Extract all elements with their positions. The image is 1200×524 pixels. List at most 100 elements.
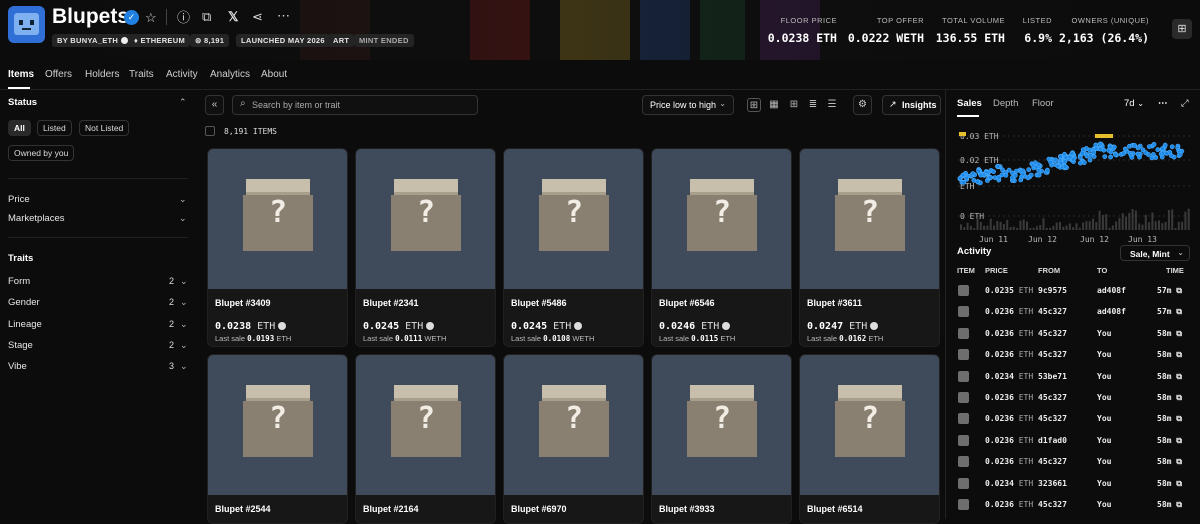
header-menu-button[interactable]: ⊞ [1172,19,1192,39]
chevron-down-icon[interactable]: ⌄ [179,213,187,224]
activity-row[interactable]: 0.0236 ETH 45c327 ad408f 57m ⧉ [952,301,1196,322]
activity-time[interactable]: 57m ⧉ [1157,286,1182,296]
item-card[interactable]: ? Blupet #6514 [799,354,940,524]
activity-time[interactable]: 58m ⧉ [1157,329,1182,339]
item-name[interactable]: Blupet #2164 [363,504,419,514]
more-icon[interactable]: ⋯ [277,9,290,23]
panel-more-icon[interactable]: ⋯ [1158,98,1168,109]
chevron-down-icon[interactable]: ⌄ [180,340,188,351]
grid-small-icon[interactable]: ⊞ [787,98,801,112]
activity-to[interactable]: You [1097,393,1111,402]
activity-to[interactable]: You [1097,436,1111,445]
chevron-down-icon[interactable]: ⌄ [180,297,188,308]
activity-from[interactable]: 45c327 [1038,414,1067,423]
item-image[interactable]: ? [356,149,495,289]
item-image[interactable]: ? [652,149,791,289]
item-thumbnail[interactable] [958,306,969,318]
expand-icon[interactable]: ⤢ [1181,98,1189,109]
item-name[interactable]: Blupet #3409 [215,298,271,308]
item-thumbnail[interactable] [958,285,969,296]
item-name[interactable]: Blupet #3933 [659,504,715,514]
item-image[interactable]: ? [504,355,643,495]
activity-from[interactable]: 45c327 [1038,393,1067,402]
settings-gear-icon[interactable]: ⚙ [853,95,872,115]
star-icon[interactable]: ☆ [145,11,157,25]
activity-to[interactable]: You [1097,414,1111,423]
item-image[interactable]: ? [800,355,939,495]
activity-from[interactable]: 45c327 [1038,329,1067,338]
item-image[interactable]: ? [652,355,791,495]
item-thumbnail[interactable] [958,370,969,382]
activity-time[interactable]: 57m ⧉ [1157,307,1182,317]
list-view-icon[interactable]: ☰ [825,98,839,112]
item-image[interactable]: ? [208,149,347,289]
filter-price[interactable]: Price [8,194,30,205]
item-name[interactable]: Blupet #5486 [511,298,567,308]
search-input[interactable]: ⌕ Search by item or trait [232,95,478,115]
activity-row[interactable]: 0.0234 ETH 53be71 You 58m ⧉ [952,366,1196,387]
item-card[interactable]: ? Blupet #2544 [207,354,348,524]
insights-button[interactable]: ↗ Insights [882,95,941,115]
item-name[interactable]: Blupet #6546 [659,298,715,308]
filter-marketplaces[interactable]: Marketplaces [8,213,65,224]
activity-to[interactable]: You [1097,500,1111,509]
item-thumbnail[interactable] [958,434,969,446]
activity-time[interactable]: 58m ⧉ [1157,457,1182,467]
item-card[interactable]: ? Blupet #5486 0.0245 ETH Last sale 0.010… [503,148,644,347]
status-owned-chip[interactable]: Owned by you [8,145,75,161]
range-select[interactable]: 7d ⌄ [1124,98,1144,109]
item-image[interactable]: ? [504,149,643,289]
item-thumbnail[interactable] [958,392,969,403]
activity-from[interactable]: 53be71 [1038,372,1067,381]
tab-items[interactable]: Items [8,69,34,80]
activity-row[interactable]: 0.0234 ETH 323661 You 58m ⧉ [952,473,1196,494]
item-thumbnail[interactable] [958,477,969,489]
activity-time[interactable]: 58m ⧉ [1157,479,1182,489]
panel-tab-sales[interactable]: Sales [957,98,982,109]
activity-to[interactable]: You [1097,329,1111,338]
activity-from[interactable]: 45c327 [1038,500,1067,509]
item-card[interactable]: ? Blupet #3409 0.0238 ETH Last sale 0.019… [207,148,348,347]
table-view-icon[interactable]: ≣ [806,98,820,112]
grid-large-icon[interactable]: ⊞ [747,98,761,112]
tab-activity[interactable]: Activity [166,69,198,80]
activity-row[interactable]: 0.0236 ETH 45c327 You 58m ⧉ [952,323,1196,344]
panel-tab-floor[interactable]: Floor [1032,98,1054,109]
item-thumbnail[interactable] [958,456,969,468]
activity-row[interactable]: 0.0236 ETH 45c327 You 58m ⧉ [952,408,1196,429]
item-thumbnail[interactable] [958,499,969,510]
trait-vibe[interactable]: Vibe [8,361,27,372]
activity-time[interactable]: 58m ⧉ [1157,350,1182,360]
item-name[interactable]: Blupet #6514 [807,504,863,514]
tab-traits[interactable]: Traits [129,69,154,80]
activity-to[interactable]: You [1097,479,1111,488]
item-card[interactable]: ? Blupet #3611 0.0247 ETH Last sale 0.016… [799,148,940,347]
trait-lineage[interactable]: Lineage [8,319,42,330]
item-card[interactable]: ? Blupet #3933 [651,354,792,524]
activity-time[interactable]: 58m ⧉ [1157,436,1182,446]
item-name[interactable]: Blupet #2341 [363,298,419,308]
activity-to[interactable]: ad408f [1097,286,1126,295]
item-name[interactable]: Blupet #6970 [511,504,567,514]
item-name[interactable]: Blupet #3611 [807,298,862,308]
activity-row[interactable]: 0.0236 ETH 45c327 You 58m ⧉ [952,344,1196,365]
status-all-chip[interactable]: All [8,120,31,136]
activity-from[interactable]: 45c327 [1038,307,1067,316]
item-thumbnail[interactable] [958,349,969,361]
x-social-icon[interactable]: 𝕏 [228,10,238,24]
trait-stage[interactable]: Stage [8,340,33,351]
trait-gender[interactable]: Gender [8,297,40,308]
activity-time[interactable]: 58m ⧉ [1157,393,1182,403]
share-icon[interactable]: ⋖ [252,10,263,24]
panel-tab-depth[interactable]: Depth [993,98,1018,109]
activity-from[interactable]: 45c327 [1038,457,1067,466]
status-listed-chip[interactable]: Listed [37,120,72,136]
activity-row[interactable]: 0.0236 ETH 45c327 You 58m ⧉ [952,451,1196,472]
activity-time[interactable]: 58m ⧉ [1157,372,1182,382]
tab-holders[interactable]: Holders [85,69,119,80]
activity-row[interactable]: 0.0235 ETH 9c9575 ad408f 57m ⧉ [952,280,1196,301]
chevron-up-icon[interactable]: ⌃ [179,97,187,108]
activity-from[interactable]: 9c9575 [1038,286,1067,295]
chevron-down-icon[interactable]: ⌄ [179,194,187,205]
activity-to[interactable]: ad408f [1097,307,1126,316]
